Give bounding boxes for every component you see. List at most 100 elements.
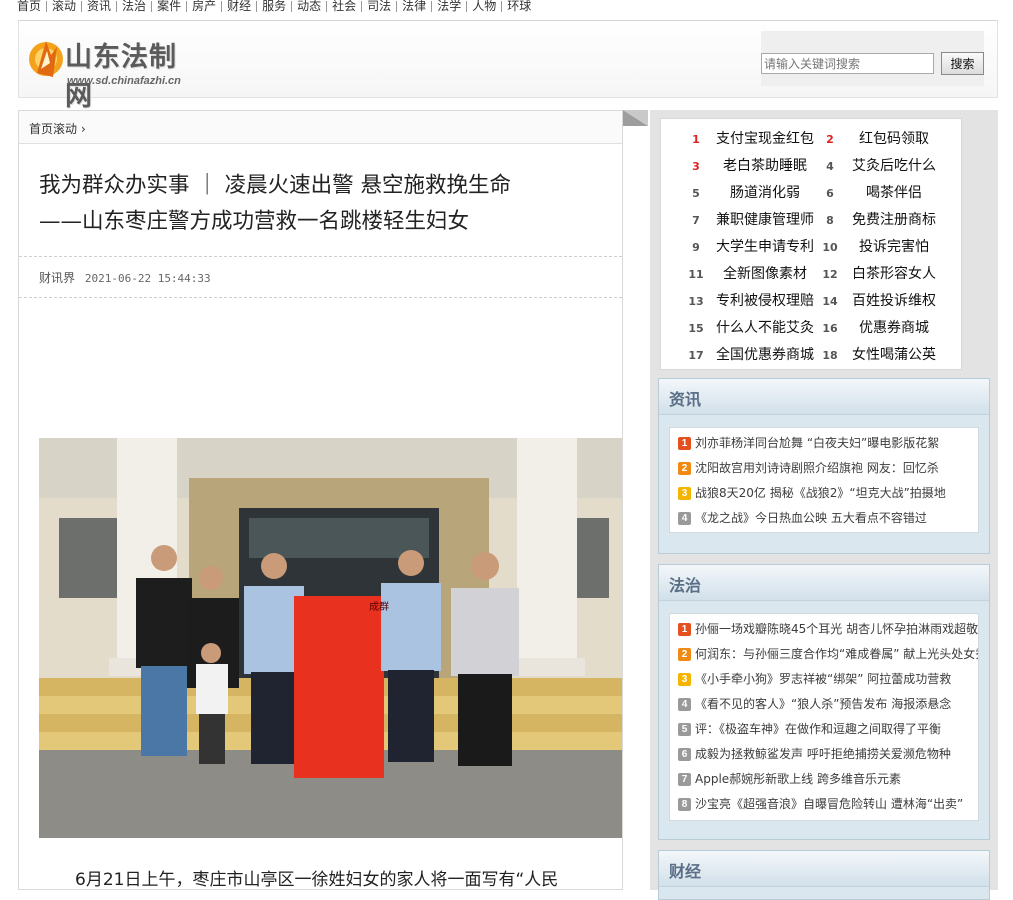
search-input[interactable]: [761, 53, 934, 74]
hot-label: 支付宝现金红包: [716, 131, 814, 147]
hot-item[interactable]: 18 女性喝蒲公英: [821, 342, 949, 369]
fazhi-title[interactable]: 法治: [659, 565, 989, 601]
nav-item[interactable]: 环球: [502, 0, 536, 12]
nav-item[interactable]: 法律: [397, 0, 431, 12]
hot-item[interactable]: 11 全新图像素材: [687, 261, 825, 288]
news-item[interactable]: 1 孙俪一场戏瓣陈晓45个耳光 胡杏儿怀孕拍淋雨戏超敬业: [670, 617, 978, 642]
nav-item[interactable]: 动态: [292, 0, 326, 12]
hot-label: 兼职健康管理师: [716, 212, 814, 228]
news-item[interactable]: 8 沙宝亮《超强音浪》自曝冒危险转山 遭林海“出卖”: [670, 792, 978, 817]
hot-label: 免费注册商标: [852, 212, 936, 228]
hot-item[interactable]: 9 大学生申请专利: [687, 234, 825, 261]
hot-item[interactable]: 6 喝茶伴侣: [821, 180, 949, 207]
breadcrumb-home[interactable]: 首页: [29, 122, 53, 136]
breadcrumb-section[interactable]: 滚动: [53, 122, 77, 136]
news-text: Apple郝婉彤新歌上线 跨多维音乐元素: [695, 772, 901, 786]
hot-item[interactable]: 17 全国优惠券商城: [687, 342, 825, 369]
hot-item[interactable]: 5 肠道消化弱: [687, 180, 825, 207]
news-item[interactable]: 3 战狼8天20亿 揭秘《战狼2》“坦克大战”拍摄地: [670, 481, 978, 506]
rank-badge-icon: 2: [678, 462, 691, 475]
hot-item[interactable]: 16 优惠券商城: [821, 315, 949, 342]
nav-item[interactable]: 案件: [152, 0, 186, 12]
caijing-title[interactable]: 财经: [659, 851, 989, 887]
nav-item[interactable]: 房产: [187, 0, 221, 12]
logo-url: www.sd.chinafazhi.cn: [67, 75, 181, 87]
news-item[interactable]: 1 刘亦菲杨洋同台尬舞 “白夜夫妇”曝电影版花絮: [670, 431, 978, 456]
hot-label: 专利被侵权理赔: [716, 293, 814, 309]
news-text: 评：《极盗车神》在做作和逗趣之间取得了平衡: [695, 722, 942, 736]
news-text: 刘亦菲杨洋同台尬舞 “白夜夫妇”曝电影版花絮: [695, 436, 940, 450]
hot-label: 优惠券商城: [859, 320, 929, 336]
article-title-line2: ——山东枣庄警方成功营救一名跳楼轻生妇女: [39, 209, 470, 234]
search-button[interactable]: 搜索: [941, 52, 984, 75]
hot-label: 女性喝蒲公英: [852, 347, 936, 363]
hot-rank: 8: [826, 214, 834, 227]
logo-name: 山东法制网: [65, 42, 177, 112]
nav-item[interactable]: 司法: [362, 0, 396, 12]
photo-illustration: 成群: [39, 438, 622, 838]
nav-item[interactable]: 滚动: [47, 0, 81, 12]
nav-item[interactable]: 法治: [117, 0, 151, 12]
news-item[interactable]: 2 沈阳故宫用刘诗诗剧照介绍旗袍 网友：回忆杀: [670, 456, 978, 481]
hot-label: 百姓投诉维权: [852, 293, 936, 309]
nav-item[interactable]: 资讯: [82, 0, 116, 12]
rank-badge-icon: 6: [678, 748, 691, 761]
hot-item[interactable]: 1 支付宝现金红包: [687, 126, 825, 153]
site-header: 山东法制网 www.sd.chinafazhi.cn 搜索: [18, 20, 998, 112]
nav-item[interactable]: 社会: [327, 0, 361, 12]
rank-badge-icon: 4: [678, 512, 691, 525]
news-text: 沈阳故宫用刘诗诗剧照介绍旗袍 网友：回忆杀: [695, 461, 939, 475]
article-body: 6月21日上午，枣庄市山亭区一徐姓妇女的家人将一面写有“人民: [75, 870, 559, 890]
hot-item[interactable]: 3 老白茶助睡眠: [687, 153, 825, 180]
article-panel: 首页滚动 › 我为群众办实事 ｜ 凌晨火速出警 悬空施救挽生命 ——山东枣庄警方成…: [18, 110, 623, 890]
site-logo[interactable]: 山东法制网 www.sd.chinafazhi.cn: [27, 29, 187, 112]
corner-fold-icon: [623, 110, 648, 126]
rank-badge-icon: 1: [678, 623, 691, 636]
article-source: 财讯界: [39, 271, 76, 285]
hot-rank: 1: [692, 133, 700, 146]
nav-item[interactable]: 服务: [257, 0, 291, 12]
chevron-right-icon: ›: [81, 122, 86, 136]
hot-item[interactable]: 8 免费注册商标: [821, 207, 949, 234]
zixun-box: 资讯 1 刘亦菲杨洋同台尬舞 “白夜夫妇”曝电影版花絮 2 沈阳故宫用刘诗诗剧照介绍旗…: [658, 378, 990, 554]
news-item[interactable]: 6 成毅为拯救鲸鲨发声 呼吁拒绝捕捞关爱濒危物种: [670, 742, 978, 767]
zixun-list: 1 刘亦菲杨洋同台尬舞 “白夜夫妇”曝电影版花絮 2 沈阳故宫用刘诗诗剧照介绍旗袍 网…: [669, 427, 979, 533]
news-item[interactable]: 5 评：《极盗车神》在做作和逗趣之间取得了平衡: [670, 717, 978, 742]
zixun-title[interactable]: 资讯: [659, 379, 989, 415]
logo-mark-icon: [29, 41, 63, 77]
hot-item[interactable]: 14 百姓投诉维权: [821, 288, 949, 315]
nav-item[interactable]: 法学: [432, 0, 466, 12]
fazhi-list: 1 孙俪一场戏瓣陈晓45个耳光 胡杏儿怀孕拍淋雨戏超敬业 2 何润东：与孙俪三度合作均…: [669, 613, 979, 821]
nav-item[interactable]: 人物: [467, 0, 501, 12]
rank-badge-icon: 2: [678, 648, 691, 661]
hot-item[interactable]: 10 投诉完害怕: [821, 234, 949, 261]
hot-rank: 14: [822, 295, 838, 308]
hot-item[interactable]: 7 兼职健康管理师: [687, 207, 825, 234]
hot-label: 老白茶助睡眠: [723, 158, 807, 174]
news-item[interactable]: 4 《看不见的客人》“狼人杀”预告发布 海报添悬念: [670, 692, 978, 717]
rank-badge-icon: 5: [678, 723, 691, 736]
news-text: 何润东：与孙俪三度合作均“难成眷属” 献上光头处女秀: [695, 647, 979, 661]
breadcrumb: 首页滚动 ›: [19, 111, 622, 144]
article-meta: 财讯界 2021-06-22 15:44:33: [19, 256, 622, 298]
hot-item[interactable]: 13 专利被侵权理赔: [687, 288, 825, 315]
rank-badge-icon: 3: [678, 673, 691, 686]
news-item[interactable]: 4 《龙之战》今日热血公映 五大看点不容错过: [670, 506, 978, 531]
hot-item[interactable]: 4 艾灸后吃什么: [821, 153, 949, 180]
hot-item[interactable]: 12 白茶形容女人: [821, 261, 949, 288]
news-item[interactable]: 3 《小手牵小狗》罗志祥被“绑架” 阿拉蕾成功营救: [670, 667, 978, 692]
rank-badge-icon: 4: [678, 698, 691, 711]
hot-label: 肠道消化弱: [730, 185, 800, 201]
nav-item[interactable]: 财经: [222, 0, 256, 12]
hot-rank: 7: [692, 214, 700, 227]
search-bar: 搜索: [761, 31, 984, 86]
hot-item[interactable]: 15 什么人不能艾灸: [687, 315, 825, 342]
banner-text: 成群: [369, 600, 389, 613]
hot-item[interactable]: 2 红包码领取: [821, 126, 949, 153]
nav-item[interactable]: 首页: [0, 0, 46, 12]
news-item[interactable]: 2 何润东：与孙俪三度合作均“难成眷属” 献上光头处女秀: [670, 642, 978, 667]
article-title-line1: 我为群众办实事 ｜ 凌晨火速出警 悬空施救挽生命: [39, 173, 512, 198]
news-item[interactable]: 7 Apple郝婉彤新歌上线 跨多维音乐元素: [670, 767, 978, 792]
hot-rank: 10: [822, 241, 838, 254]
news-text: 孙俪一场戏瓣陈晓45个耳光 胡杏儿怀孕拍淋雨戏超敬业: [695, 622, 979, 636]
